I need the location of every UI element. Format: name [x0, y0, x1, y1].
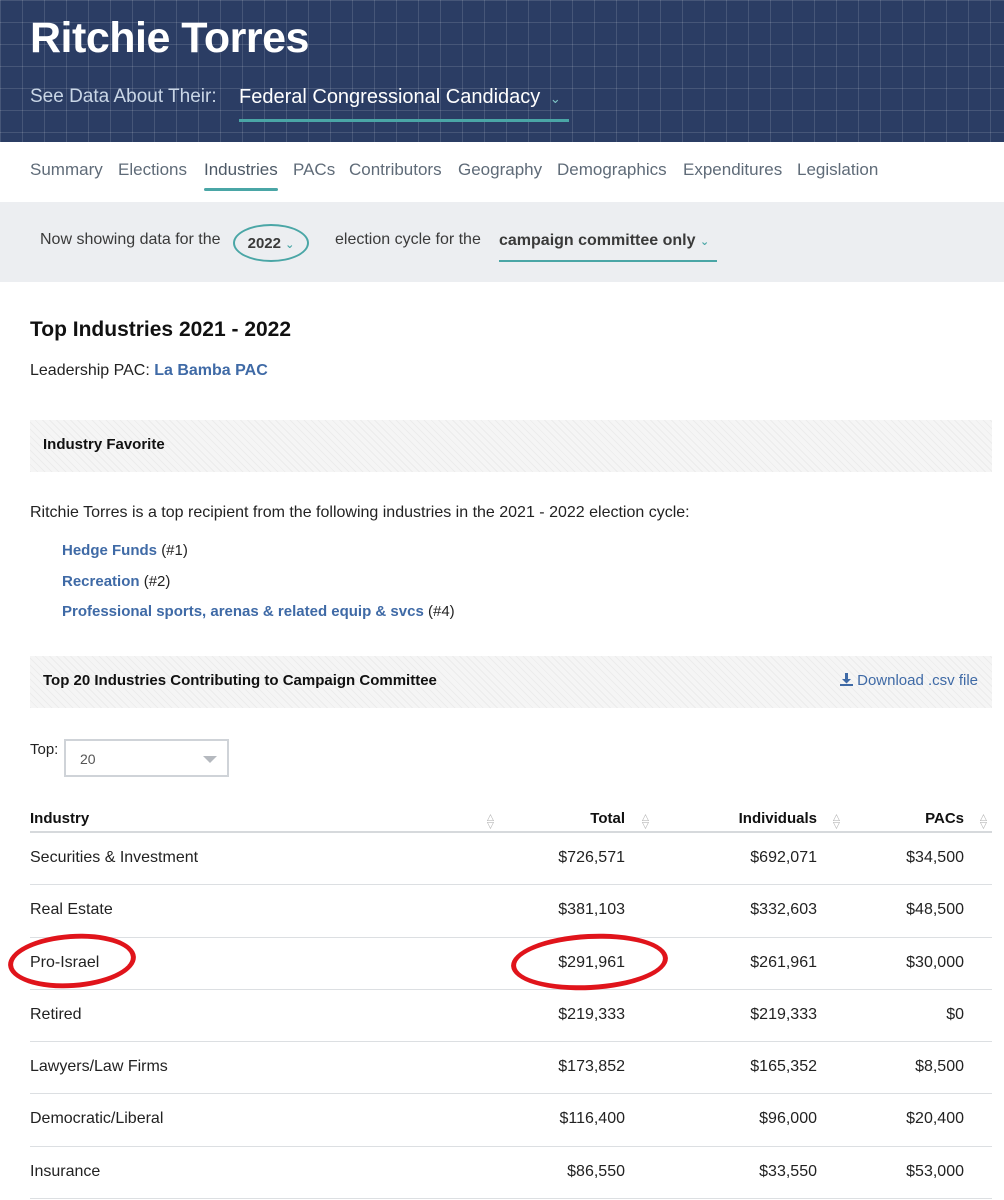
cell-individuals: $332,603 — [750, 901, 817, 919]
table-header-row: Industry △ ▽ Total △ ▽ Individuals △ ▽ PACs… — [30, 800, 992, 833]
tab-expenditures[interactable]: Expenditures — [683, 160, 782, 180]
cell-industry: Securities & Investment — [30, 849, 199, 866]
top-industries-header: Top 20 Industries Contributing to Campai… — [30, 656, 992, 708]
page-title: Top Industries 2021 - 2022 — [30, 318, 292, 341]
recipient-description: Ritchie Torres is a top recipient from t… — [30, 504, 690, 521]
column-header-industry[interactable]: Industry — [30, 810, 89, 827]
cell-total: $726,571 — [558, 849, 625, 866]
cycle-filter-bar: Now showing data for the 2022 ⌄ election… — [0, 202, 1004, 282]
chevron-down-icon: ⌄ — [549, 91, 561, 106]
sort-icon[interactable]: △ ▽ — [487, 813, 494, 830]
dropdown-arrow-icon — [203, 756, 217, 763]
cell-industry: Democratic/Liberal — [30, 1110, 164, 1128]
industry-favorite-header: Industry Favorite — [30, 420, 992, 472]
tab-summary[interactable]: Summary — [30, 160, 103, 180]
cell-individuals: $219,333 — [750, 1005, 817, 1023]
favorite-item: Professional sports, arenas & related eq… — [62, 603, 455, 620]
favorite-link-hedge-funds[interactable]: Hedge Funds — [62, 542, 157, 559]
cell-total: $86,550 — [567, 1162, 625, 1180]
table-row: Retired $219,333 $219,333 $0 — [30, 990, 992, 1043]
cell-total: $381,103 — [558, 901, 625, 919]
candidate-name: Ritchie Torres — [30, 14, 309, 62]
cycle-middle-text: election cycle for the — [335, 231, 481, 248]
tab-elections[interactable]: Elections — [118, 160, 187, 180]
top-count-select[interactable]: 20 — [64, 739, 229, 777]
download-csv-label: Download .csv file — [857, 672, 978, 689]
chevron-down-icon: ⌄ — [699, 236, 710, 248]
top-count-label: Top: — [30, 741, 59, 758]
sort-icon[interactable]: △ ▽ — [833, 813, 840, 830]
favorite-rank: (#2) — [143, 573, 171, 590]
candidate-header: Ritchie Torres See Data About Their: Fed… — [0, 0, 1004, 142]
cell-industry: Pro-Israel — [30, 953, 100, 971]
download-icon — [839, 673, 853, 686]
column-header-total[interactable]: Total — [590, 810, 625, 827]
download-csv-link[interactable]: Download .csv file — [839, 672, 978, 689]
cell-pacs: $34,500 — [906, 849, 964, 866]
favorite-rank: (#4) — [427, 603, 455, 620]
favorite-item: Recreation (#2) — [62, 573, 170, 590]
committee-select-value: campaign committee only — [499, 232, 696, 249]
cell-total: $291,961 — [558, 953, 625, 971]
industries-table: Industry △ ▽ Total △ ▽ Individuals △ ▽ PACs… — [30, 800, 992, 1200]
candidacy-select-value: Federal Congressional Candidacy — [239, 86, 541, 108]
cell-industry: Insurance — [30, 1162, 101, 1180]
sort-icon[interactable]: △ ▽ — [980, 813, 987, 830]
cell-industry: Lawyers/Law Firms — [30, 1058, 168, 1076]
chevron-down-icon: ⌄ — [285, 239, 295, 251]
leadership-pac-line: Leadership PAC: La Bamba PAC — [30, 362, 268, 380]
cycle-year-value: 2022 — [247, 235, 281, 252]
cell-total: $116,400 — [559, 1110, 625, 1128]
cell-individuals: $165,352 — [750, 1058, 817, 1076]
section-tabs: Summary Elections Industries PACs Contri… — [0, 142, 1004, 202]
cell-pacs: $30,000 — [906, 953, 964, 971]
cell-industry: Retired — [30, 1005, 82, 1023]
cell-pacs: $8,500 — [915, 1058, 964, 1076]
cell-pacs: $20,400 — [906, 1110, 964, 1128]
tab-geography[interactable]: Geography — [458, 160, 542, 180]
table-row: Insurance $86,550 $33,550 $53,000 — [30, 1147, 992, 1200]
committee-select[interactable]: campaign committee only ⌄ — [499, 232, 717, 262]
cell-industry: Real Estate — [30, 901, 113, 919]
tab-contributors[interactable]: Contributors — [349, 160, 442, 180]
cell-individuals: $261,961 — [750, 953, 817, 971]
top-industries-title: Top 20 Industries Contributing to Campai… — [43, 672, 437, 689]
favorite-link-professional-sports[interactable]: Professional sports, arenas & related eq… — [62, 603, 424, 620]
table-row: Securities & Investment $726,571 $692,07… — [30, 833, 992, 886]
top-count-value: 20 — [80, 751, 96, 767]
cell-pacs: $0 — [946, 1005, 964, 1023]
cell-total: $219,333 — [558, 1005, 625, 1023]
table-row: Lawyers/Law Firms $173,852 $165,352 $8,5… — [30, 1042, 992, 1095]
favorite-rank: (#1) — [161, 542, 188, 559]
tab-pacs[interactable]: PACs — [293, 160, 335, 180]
tab-legislation[interactable]: Legislation — [797, 160, 878, 180]
table-row: Pro-Israel $291,961 $261,961 $30,000 — [30, 938, 992, 990]
column-header-individuals[interactable]: Individuals — [739, 810, 817, 827]
cell-pacs: $53,000 — [906, 1162, 964, 1180]
column-header-pacs[interactable]: PACs — [925, 810, 964, 827]
favorite-item: Hedge Funds (#1) — [62, 542, 188, 559]
tab-industries[interactable]: Industries — [204, 160, 278, 191]
cycle-year-select[interactable]: 2022 ⌄ — [233, 224, 309, 262]
industry-favorite-title: Industry Favorite — [43, 436, 165, 453]
candidacy-select[interactable]: Federal Congressional Candidacy ⌄ — [239, 84, 569, 122]
leadership-pac-label: Leadership PAC: — [30, 362, 150, 379]
cell-individuals: $33,550 — [759, 1162, 817, 1180]
table-row: Democratic/Liberal $116,400 $96,000 $20,… — [30, 1094, 992, 1147]
cell-total: $173,852 — [558, 1058, 625, 1076]
sort-icon[interactable]: △ ▽ — [642, 813, 649, 830]
cell-pacs: $48,500 — [906, 901, 964, 919]
table-row: Real Estate $381,103 $332,603 $48,500 — [30, 885, 992, 938]
cycle-prefix-text: Now showing data for the — [40, 231, 221, 248]
tab-demographics[interactable]: Demographics — [557, 160, 667, 180]
favorite-link-recreation[interactable]: Recreation — [62, 573, 140, 590]
cell-individuals: $96,000 — [759, 1110, 817, 1128]
cell-individuals: $692,071 — [750, 849, 817, 866]
leadership-pac-link[interactable]: La Bamba PAC — [154, 362, 268, 379]
see-data-label: See Data About Their: — [30, 86, 217, 107]
